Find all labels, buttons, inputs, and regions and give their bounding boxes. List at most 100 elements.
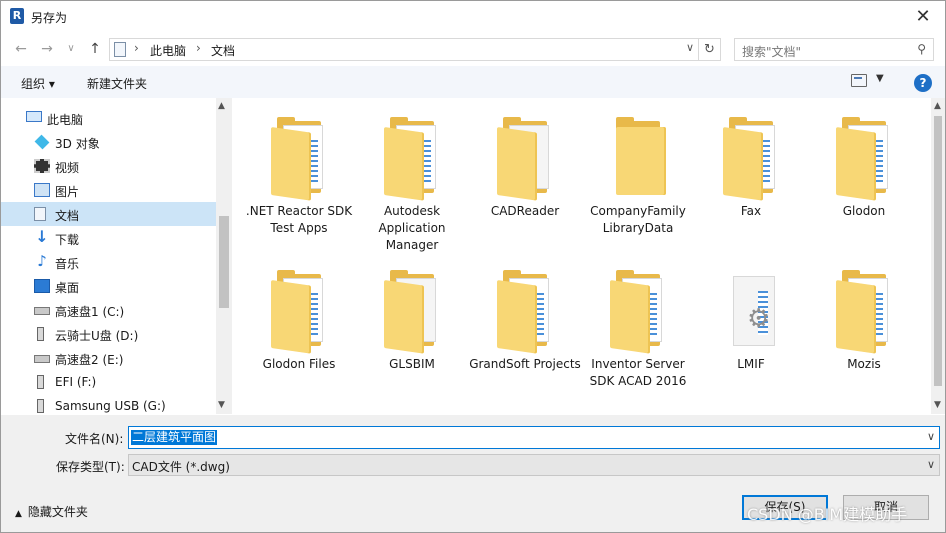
filename-value[interactable]: 二层建筑平面图	[131, 430, 218, 445]
navigation-bar: ← → ∨ ↑ › 此电脑 › 文档 ∨ ↻ 搜索"文档" ⚲	[1, 34, 945, 64]
file-name: Glodon	[842, 204, 886, 218]
chevron-down-icon[interactable]: ∨	[927, 458, 935, 471]
sidebar-item[interactable]: Samsung USB (G:)	[1, 394, 216, 414]
sidebar-item[interactable]: 文档	[1, 202, 216, 226]
chevron-up-icon: ▲	[15, 509, 22, 519]
sidebar-item[interactable]: 图片	[1, 178, 216, 202]
filename-field[interactable]: 二层建筑平面图 ∨	[128, 426, 940, 449]
sidebar-item[interactable]: 高速盘2 (E:)	[1, 346, 216, 370]
sidebar-item-label: Samsung USB (G:)	[55, 399, 166, 413]
file-item[interactable]: GLSBIM	[356, 256, 468, 406]
file-item[interactable]: CompanyFamily LibraryData	[582, 103, 694, 253]
filetype-select[interactable]: CAD文件 (*.dwg) ∨	[128, 454, 940, 476]
filetype-label: 保存类型(T):	[56, 460, 125, 474]
recent-locations-button[interactable]: ∨	[61, 39, 81, 59]
folder-icon	[271, 270, 333, 354]
search-input[interactable]: 搜索"文档"	[742, 43, 801, 60]
folder-icon	[610, 117, 672, 197]
filename-label: 文件名(N):	[65, 432, 124, 446]
file-icon: ⚙	[723, 270, 785, 350]
scroll-up-icon[interactable]: ▲	[218, 101, 225, 111]
file-name: .NET Reactor SDK Test Apps	[245, 204, 353, 235]
navigation-pane: 此电脑 3D 对象视频图片文档 ↓ 下载 ♪ 音乐桌面高速盘1 (C:) 云骑士U盘 (D:…	[1, 98, 232, 414]
sidebar-item[interactable]: EFI (F:)	[1, 370, 216, 394]
scrollbar-thumb[interactable]	[934, 116, 942, 386]
sidebar-item[interactable]: ♪ 音乐	[1, 250, 216, 274]
file-item[interactable]: Mozis	[808, 256, 920, 406]
sidebar-item-label: 图片	[55, 185, 80, 199]
drive-icon	[34, 307, 50, 315]
scroll-down-icon[interactable]: ▼	[218, 400, 225, 410]
file-name: GrandSoft Projects	[469, 357, 581, 371]
file-item[interactable]: Glodon Files	[243, 256, 355, 406]
sidebar-item[interactable]: 高速盘1 (C:)	[1, 298, 216, 322]
file-name: Fax	[740, 204, 762, 218]
sidebar-item[interactable]: 视频	[1, 154, 216, 178]
sidebar-item[interactable]: 桌面	[1, 274, 216, 298]
sidebar-item-label: 此电脑	[47, 113, 84, 127]
folder-icon	[497, 270, 559, 354]
filetype-value: CAD文件 (*.dwg)	[132, 460, 230, 474]
sidebar-item-label: 高速盘1 (C:)	[55, 305, 125, 319]
usb-drive-icon	[37, 399, 44, 413]
close-button[interactable]: ✕	[901, 1, 945, 33]
folder-icon	[384, 270, 446, 354]
organize-menu[interactable]: 组织 ▾	[21, 75, 55, 92]
sidebar-item-label: 文档	[55, 209, 80, 223]
refresh-button[interactable]: ↻	[699, 38, 721, 61]
video-icon	[34, 159, 50, 173]
file-item[interactable]: Glodon	[808, 103, 920, 253]
music-icon: ♪	[37, 252, 47, 270]
3d-objects-icon	[34, 134, 50, 150]
folder-icon	[836, 270, 898, 354]
watermark: CSDN @BIM建模助手	[747, 505, 908, 524]
pc-icon	[26, 111, 42, 122]
hide-folders-toggle[interactable]: ▲ 隐藏文件夹	[15, 503, 88, 520]
sidebar-item-label: 下载	[55, 233, 80, 247]
file-name: Autodesk Application Manager	[378, 204, 446, 252]
file-name: CompanyFamily LibraryData	[590, 204, 686, 235]
sidebar-item[interactable]: 云骑士U盘 (D:)	[1, 322, 216, 346]
view-options-dropdown[interactable]: ▼	[876, 73, 884, 84]
desktop-icon	[34, 279, 50, 293]
navigation-scrollbar[interactable]: ▲ ▼	[216, 98, 232, 414]
file-item[interactable]: Fax	[695, 103, 807, 253]
sidebar-item-label: 3D 对象	[55, 137, 100, 151]
breadcrumb-documents[interactable]: 文档	[211, 42, 235, 59]
sidebar-item-label: 桌面	[55, 281, 80, 295]
scroll-up-icon[interactable]: ▲	[934, 101, 941, 111]
chevron-down-icon[interactable]: ∨	[686, 41, 694, 54]
breadcrumb-this-pc[interactable]: 此电脑	[150, 42, 186, 59]
forward-button[interactable]: →	[37, 39, 57, 59]
file-item[interactable]: CADReader	[469, 103, 581, 253]
file-name: Inventor Server SDK ACAD 2016	[589, 357, 687, 388]
search-box[interactable]: 搜索"文档" ⚲	[734, 38, 934, 61]
save-as-dialog: R 另存为 ✕ ← → ∨ ↑ › 此电脑 › 文档 ∨ ↻ 搜索"文档" ⚲ …	[0, 0, 946, 533]
file-item[interactable]: Inventor Server SDK ACAD 2016	[582, 256, 694, 406]
help-icon[interactable]: ?	[914, 74, 932, 92]
change-view-icon[interactable]	[851, 74, 867, 87]
sidebar-item[interactable]: ↓ 下载	[1, 226, 216, 250]
address-bar[interactable]: › 此电脑 › 文档 ∨	[109, 38, 699, 61]
file-name: GLSBIM	[389, 357, 435, 371]
file-item[interactable]: GrandSoft Projects	[469, 256, 581, 406]
drive-icon	[34, 355, 50, 363]
sidebar-item[interactable]: 此电脑	[1, 106, 216, 130]
scrollbar-thumb[interactable]	[219, 216, 229, 308]
back-button[interactable]: ←	[11, 39, 31, 59]
pictures-icon	[34, 183, 50, 197]
file-name: CADReader	[490, 204, 560, 218]
file-list-scrollbar[interactable]: ▲ ▼	[931, 98, 945, 414]
up-button[interactable]: ↑	[85, 39, 105, 59]
scroll-down-icon[interactable]: ▼	[934, 400, 941, 410]
hide-folders-label: 隐藏文件夹	[27, 505, 88, 519]
file-item[interactable]: Autodesk Application Manager	[356, 103, 468, 253]
sidebar-item-label: EFI (F:)	[55, 375, 97, 389]
sidebar-item[interactable]: 3D 对象	[1, 130, 216, 154]
file-item[interactable]: .NET Reactor SDK Test Apps	[243, 103, 355, 253]
file-item[interactable]: ⚙ LMIF	[695, 256, 807, 406]
usb-drive-icon	[37, 327, 44, 341]
new-folder-button[interactable]: 新建文件夹	[87, 75, 147, 92]
chevron-down-icon[interactable]: ∨	[927, 430, 935, 443]
search-icon[interactable]: ⚲	[917, 42, 926, 56]
